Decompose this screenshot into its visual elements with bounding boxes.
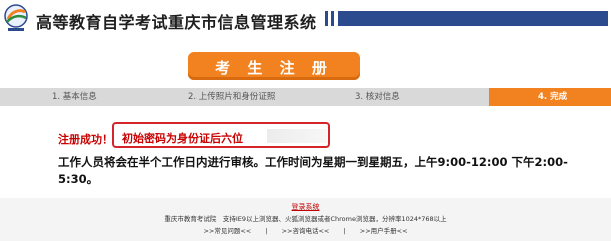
step-basic-info: 1. 基本信息 (0, 88, 145, 106)
register-banner: 考 生 注 册 (188, 52, 360, 80)
step-label: 4. 完成 (538, 92, 568, 102)
review-notice: 工作人员将会在半个工作日内进行审核。工作时间为星期一到星期五，上午9:00-12… (58, 155, 568, 186)
header-decoration-bar (325, 11, 608, 26)
footer-divider: | (265, 227, 268, 235)
redacted-text (267, 129, 327, 143)
exam-logo-icon (4, 4, 28, 31)
site-title: 高等教育自学考试重庆市信息管理系统 (36, 13, 317, 32)
contact-phone-link[interactable]: >>咨询电话<< (282, 227, 330, 235)
step-upload-photo: 2. 上传照片和身份证照 (145, 88, 327, 106)
footer-divider: | (343, 227, 346, 235)
user-manual-link[interactable]: >>用户手册<< (360, 227, 408, 235)
step-complete: 4. 完成 (489, 88, 611, 106)
header-bar-tick (331, 11, 334, 26)
step-label: 1. 基本信息 (52, 92, 97, 102)
step-label: 2. 上传照片和身份证照 (188, 92, 276, 102)
progress-steps: 1. 基本信息 2. 上传照片和身份证照 3. 核对信息 4. 完成 (0, 88, 611, 106)
faq-link[interactable]: >>常见问题<< (203, 227, 251, 235)
header: 高等教育自学考试重庆市信息管理系统 (0, 0, 611, 40)
registration-status: 注册成功！ (58, 133, 113, 146)
step-label: 3. 核对信息 (355, 92, 400, 102)
footer-info: 重庆市教育考试院 支持IE9以上浏览器、火狐浏览器或者Chrome浏览器，分辨率… (164, 215, 447, 223)
step-verify-info: 3. 核对信息 (327, 88, 489, 106)
footer-links: >>常见问题<< | >>咨询电话<< | >>用户手册<< (0, 225, 611, 235)
banner-title: 考 生 注 册 (215, 59, 333, 77)
initial-password-note: 初始密码为身份证后六位 (122, 132, 243, 145)
page: 高等教育自学考试重庆市信息管理系统 考 生 注 册 1. 基本信息 2. 上传照… (0, 0, 611, 241)
header-bar-tick (325, 11, 328, 26)
login-link[interactable]: 登录系统 (0, 202, 611, 212)
